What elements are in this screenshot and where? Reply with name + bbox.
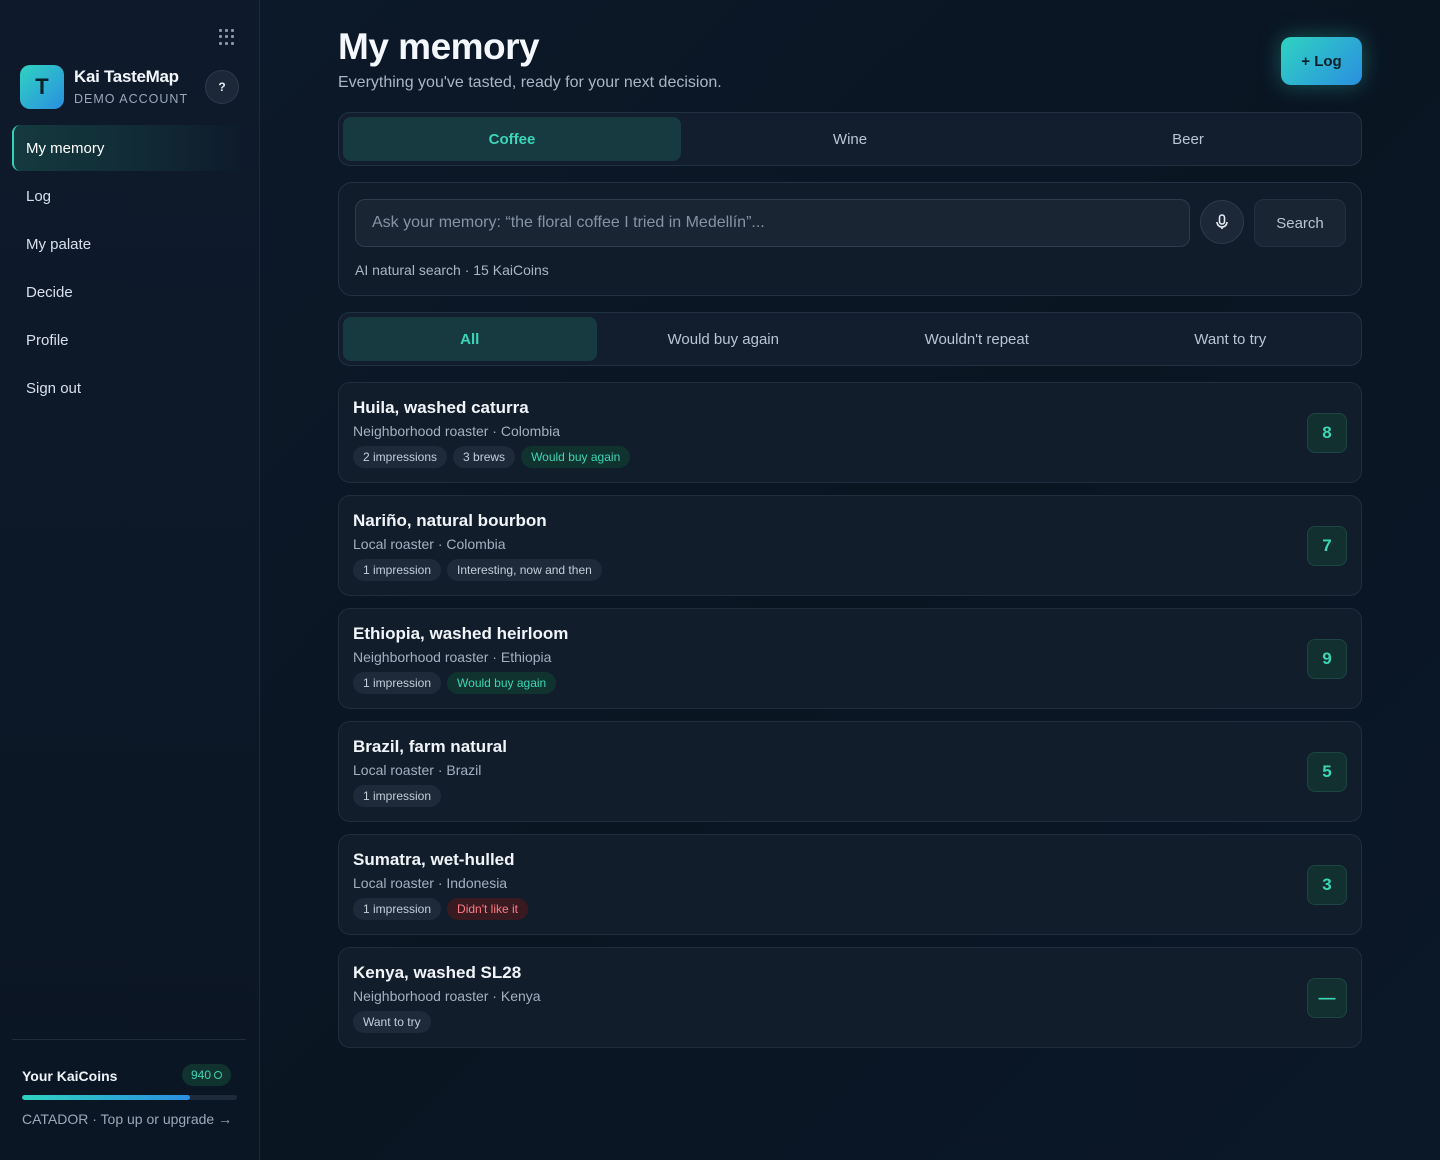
entry-tag: Want to try — [353, 1011, 431, 1033]
entry-card[interactable]: Sumatra, wet-hulled Local roaster · Indo… — [338, 834, 1362, 935]
log-button[interactable]: + Log — [1281, 37, 1362, 85]
kaicoins-balance: 940 — [191, 1068, 212, 1082]
microphone-button[interactable] — [1200, 200, 1244, 244]
grid-icon[interactable] — [219, 29, 235, 45]
entry-title: Brazil, farm natural — [353, 737, 507, 756]
brand-name: Kai TasteMap — [74, 67, 179, 86]
kaicoins-title: Your KaiCoins — [22, 1068, 118, 1084]
kaicoins-upgrade-link[interactable]: CATADOR · Top up or upgrade → — [22, 1111, 232, 1127]
entry-title: Ethiopia, washed heirloom — [353, 624, 569, 643]
filter-wouldnt-repeat[interactable]: Wouldn't repeat — [850, 317, 1104, 361]
entry-title: Kenya, washed SL28 — [353, 963, 522, 982]
page-subtitle: Everything you've tasted, ready for your… — [338, 74, 722, 91]
entry-tag: 3 brews — [453, 446, 516, 468]
sidebar-item-my-memory[interactable]: My memory — [12, 125, 248, 171]
tab-wine[interactable]: Wine — [681, 117, 1019, 161]
help-button[interactable]: ? — [205, 70, 239, 104]
main-content: My memory Everything you've tasted, read… — [338, 0, 1362, 1160]
kaicoins-progress-bar — [22, 1095, 237, 1100]
tab-coffee[interactable]: Coffee — [343, 117, 681, 161]
search-button[interactable]: Search — [1254, 199, 1346, 247]
kaicoins-progress-fill — [22, 1095, 190, 1100]
entry-tag: 1 impression — [353, 672, 442, 694]
entry-score-badge: 9 — [1307, 639, 1347, 679]
brand: T Kai TasteMap DEMO ACCOUNT ? — [20, 65, 244, 109]
entry-tag-verdict: Would buy again — [521, 446, 631, 468]
entry-tag-verdict: Didn't like it — [447, 898, 529, 920]
sidebar-item-sign-out[interactable]: Sign out — [12, 365, 248, 411]
sidebar-item-profile[interactable]: Profile — [12, 317, 248, 363]
entry-tag: 2 impressions — [353, 446, 448, 468]
entry-card[interactable]: Nariño, natural bourbon Local roaster · … — [338, 495, 1362, 596]
entry-card[interactable]: Ethiopia, washed heirloom Neighborhood r… — [338, 608, 1362, 709]
entry-tag: 1 impression — [353, 785, 442, 807]
entry-card[interactable]: Huila, washed caturra Neighborhood roast… — [338, 382, 1362, 483]
entry-meta: Local roaster · Colombia — [353, 536, 506, 552]
entry-card[interactable]: Brazil, farm natural Local roaster · Bra… — [338, 721, 1362, 822]
filter-all[interactable]: All — [343, 317, 597, 361]
filter-tabs: All Would buy again Wouldn't repeat Want… — [338, 312, 1362, 366]
entry-meta: Local roaster · Indonesia — [353, 875, 508, 891]
page-title: My memory — [338, 26, 540, 67]
entry-tag: 1 impression — [353, 559, 442, 581]
entry-tag-verdict: Would buy again — [447, 672, 557, 694]
entry-tags: 1 impression Didn't like it — [353, 898, 529, 920]
sidebar-item-decide[interactable]: Decide — [12, 269, 248, 315]
entry-score-badge: 5 — [1307, 752, 1347, 792]
entry-meta: Neighborhood roaster · Colombia — [353, 423, 560, 439]
entry-tags: 1 impression Interesting, now and then — [353, 559, 602, 581]
entry-score-badge: 8 — [1307, 413, 1347, 453]
entry-tags: 2 impressions 3 brews Would buy again — [353, 446, 631, 468]
entry-title: Nariño, natural bourbon — [353, 511, 547, 530]
entry-tags: 1 impression — [353, 785, 442, 807]
search-input[interactable] — [355, 199, 1190, 247]
entry-tag: 1 impression — [353, 898, 442, 920]
sidebar-divider — [12, 1039, 246, 1040]
microphone-icon — [1216, 214, 1228, 229]
entry-tags: 1 impression Would buy again — [353, 672, 557, 694]
sidebar-nav: My memory Log My palate Decide Profile S… — [12, 125, 248, 413]
entry-score-badge: 3 — [1307, 865, 1347, 905]
entry-meta: Neighborhood roaster · Ethiopia — [353, 649, 552, 665]
brand-subtitle: DEMO ACCOUNT — [74, 92, 189, 106]
entry-title: Huila, washed caturra — [353, 398, 529, 417]
filter-want-to-try[interactable]: Want to try — [1104, 317, 1358, 361]
entry-card[interactable]: Kenya, washed SL28 Neighborhood roaster … — [338, 947, 1362, 1048]
sidebar-item-log[interactable]: Log — [12, 173, 248, 219]
category-tabs: Coffee Wine Beer — [338, 112, 1362, 166]
brand-logo: T — [20, 65, 64, 109]
tab-beer[interactable]: Beer — [1019, 117, 1357, 161]
kaicoins-balance-badge: 940 — [182, 1064, 232, 1086]
entry-meta: Neighborhood roaster · Kenya — [353, 988, 541, 1004]
entry-title: Sumatra, wet-hulled — [353, 850, 515, 869]
app-root: T Kai TasteMap DEMO ACCOUNT ? My memory … — [0, 0, 1440, 1160]
search-note: AI natural search · 15 KaiCoins — [355, 262, 549, 278]
entry-meta: Local roaster · Brazil — [353, 762, 482, 778]
search-panel: Search AI natural search · 15 KaiCoins — [338, 182, 1362, 296]
entry-tags: Want to try — [353, 1011, 431, 1033]
entry-score-badge: — — [1307, 978, 1347, 1018]
sidebar: T Kai TasteMap DEMO ACCOUNT ? My memory … — [0, 0, 260, 1160]
entry-tag: Interesting, now and then — [447, 559, 602, 581]
sidebar-item-my-palate[interactable]: My palate — [12, 221, 248, 267]
filter-would-buy-again[interactable]: Would buy again — [597, 317, 851, 361]
entry-score-badge: 7 — [1307, 526, 1347, 566]
coin-icon — [214, 1071, 223, 1079]
